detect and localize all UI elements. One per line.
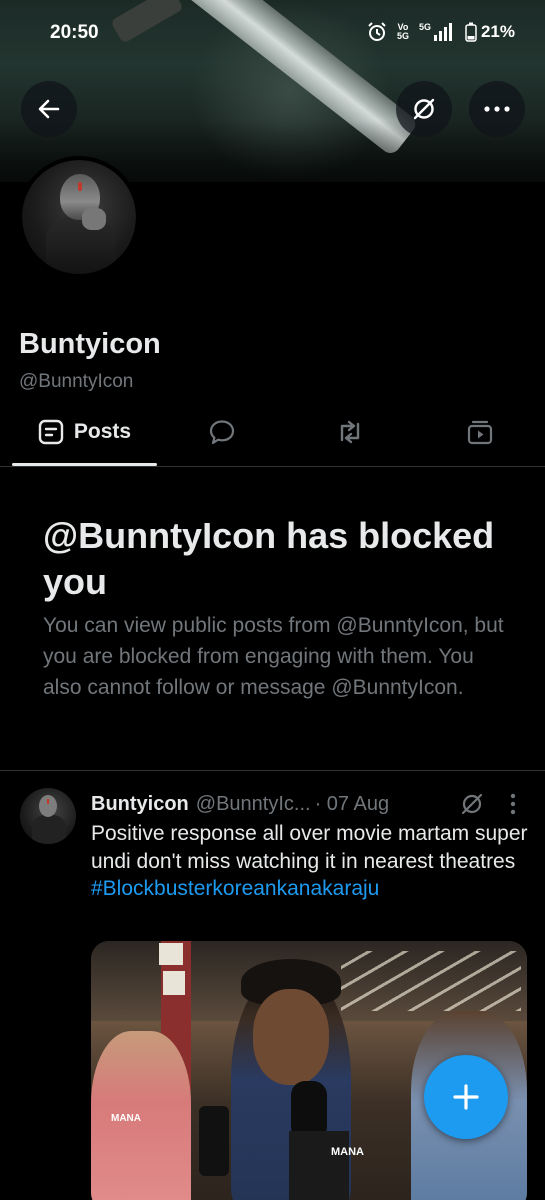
posts-icon xyxy=(38,419,64,445)
profile-avatar[interactable] xyxy=(18,156,140,278)
more-options-button[interactable] xyxy=(469,81,525,137)
profile-tabs: Posts xyxy=(0,400,545,468)
reposts-icon xyxy=(340,420,360,444)
post-more-button[interactable] xyxy=(500,790,526,818)
post-header: Buntyicon @BunntyIc... · 07 Aug xyxy=(91,790,389,818)
compose-post-button[interactable] xyxy=(424,1055,508,1139)
post-text: Positive response all over movie martam … xyxy=(91,820,531,903)
more-vertical-icon xyxy=(510,793,516,815)
alarm-icon xyxy=(367,22,387,42)
replies-icon xyxy=(209,420,235,445)
tab-replies[interactable] xyxy=(190,400,254,464)
post-author-handle[interactable]: @BunntyIc... xyxy=(196,793,311,816)
status-icons: Vo 5G 5G 21% xyxy=(367,22,515,42)
volte-indicator: Vo 5G xyxy=(396,22,409,41)
profile-handle: @BunntyIcon xyxy=(19,371,134,392)
status-time: 20:50 xyxy=(50,22,99,43)
post-body: Positive response all over movie martam … xyxy=(91,822,528,873)
mute-notifications-icon xyxy=(413,98,435,120)
plus-icon xyxy=(453,1084,479,1110)
signal-icon: 5G xyxy=(419,23,455,41)
media-icon xyxy=(467,420,493,445)
tab-posts-label: Posts xyxy=(73,420,132,443)
arrow-left-icon xyxy=(38,99,60,119)
status-bar: 20:50 Vo 5G 5G 21% xyxy=(0,0,545,70)
tab-posts[interactable]: Posts xyxy=(12,400,157,464)
media-mic-label: MANA xyxy=(331,1146,364,1158)
avatar-photo xyxy=(22,160,136,274)
back-button[interactable] xyxy=(21,81,77,137)
divider xyxy=(0,466,545,467)
divider xyxy=(0,770,545,771)
battery-icon xyxy=(465,22,477,42)
mute-button[interactable] xyxy=(396,81,452,137)
blocked-title: @BunntyIcon has blocked you xyxy=(43,515,495,602)
media-mic-label: MANA xyxy=(111,1113,141,1124)
post-hashtag[interactable]: #Blockbusterkoreankanakaraju xyxy=(91,877,379,900)
blocked-description: You can view public posts from @BunntyIc… xyxy=(43,614,504,699)
battery-indicator: 21% xyxy=(465,22,515,42)
tab-reposts[interactable] xyxy=(318,400,382,464)
post-author-name[interactable]: Buntyicon xyxy=(91,793,189,816)
post-avatar[interactable] xyxy=(20,788,76,844)
post-mute-button[interactable] xyxy=(458,790,486,818)
more-horizontal-icon xyxy=(484,106,510,112)
post-date: · 07 Aug xyxy=(314,792,390,815)
mute-icon xyxy=(461,793,483,815)
profile-display-name: Buntyicon xyxy=(19,328,161,360)
tab-media[interactable] xyxy=(448,400,512,464)
